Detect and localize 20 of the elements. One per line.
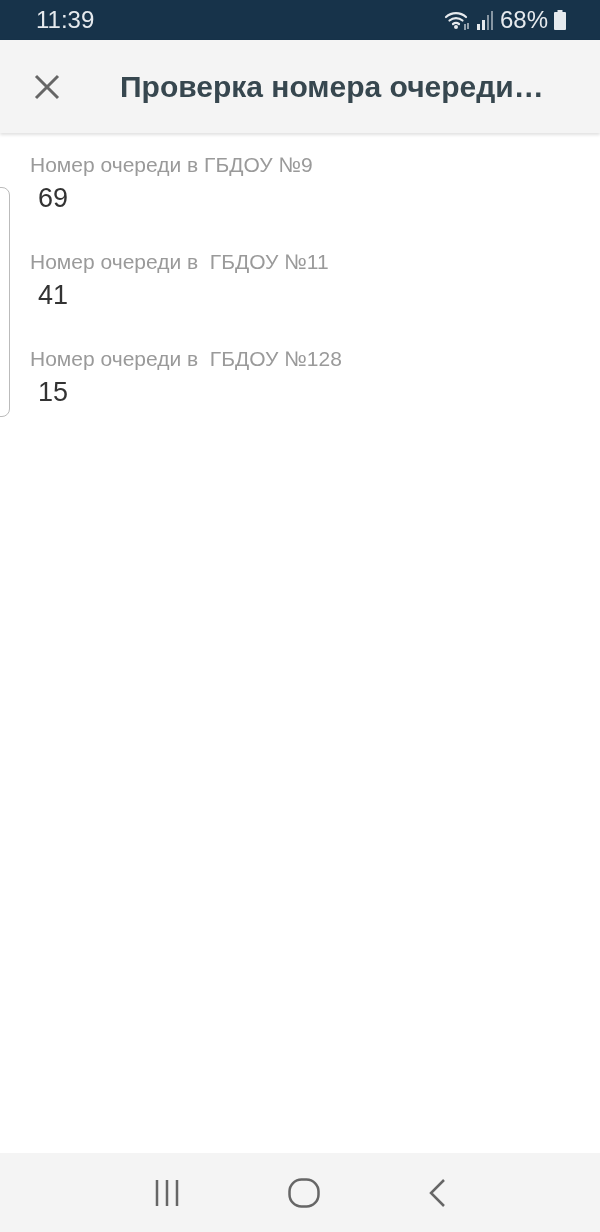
back-button[interactable] [428, 1177, 446, 1208]
queue-number: 69 [37, 183, 70, 214]
queue-label: Номер очереди в ГБДОУ №11 [30, 250, 330, 274]
battery-icon [554, 10, 566, 30]
queue-label: Номер очереди в ГБДОУ №128 [30, 347, 343, 371]
battery-percent: 68% [499, 6, 548, 34]
queue-label: Номер очереди в ГБДОУ №9 [30, 153, 314, 177]
home-icon [288, 1177, 320, 1208]
recent-apps-button[interactable] [154, 1178, 180, 1207]
screen-title: Проверка номера очереди… [120, 69, 544, 104]
home-button[interactable] [288, 1177, 320, 1208]
queue-number: 41 [37, 280, 70, 311]
status-time: 11:39 [36, 6, 95, 34]
close-icon [34, 73, 60, 100]
signal-icon [475, 10, 494, 30]
recent-apps-icon [154, 1178, 180, 1207]
wifi-icon [443, 10, 470, 30]
close-button[interactable] [34, 73, 60, 100]
queue-number: 15 [37, 377, 70, 408]
back-icon [428, 1177, 446, 1208]
